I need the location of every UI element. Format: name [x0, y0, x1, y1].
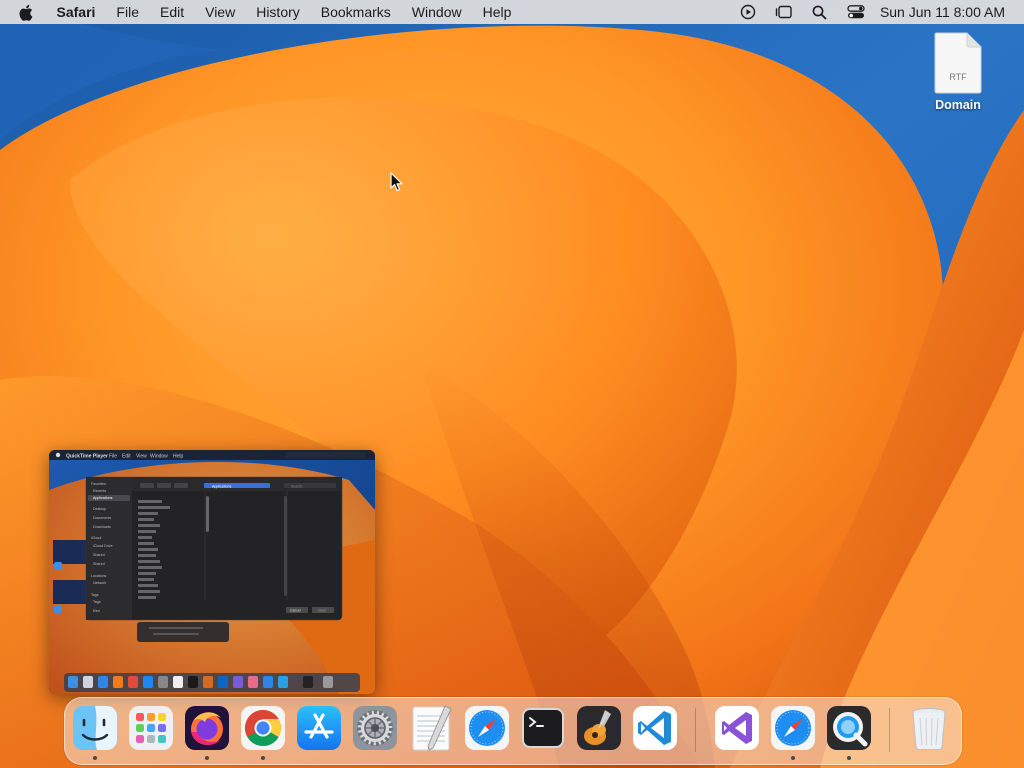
- svg-text:Search: Search: [291, 484, 302, 488]
- apple-menu-icon[interactable]: [14, 1, 36, 23]
- menu-edit[interactable]: Edit: [149, 0, 194, 24]
- menu-bookmarks[interactable]: Bookmarks: [310, 0, 401, 24]
- svg-text:Favorites: Favorites: [91, 482, 106, 486]
- svg-text:Network: Network: [93, 581, 106, 585]
- svg-text:iCloud Drive: iCloud Drive: [93, 544, 113, 548]
- safari-icon: [465, 706, 509, 750]
- svg-text:Downloads: Downloads: [93, 525, 111, 529]
- desktop-file-label: Domain: [935, 98, 981, 112]
- dock-trash[interactable]: [905, 704, 953, 752]
- dock-safari-running[interactable]: [769, 704, 817, 752]
- menu-history[interactable]: History: [246, 0, 311, 24]
- terminal-icon: [522, 708, 564, 748]
- svg-text:File: File: [109, 454, 117, 460]
- textedit-icon: [412, 705, 452, 751]
- svg-text:Applications: Applications: [212, 484, 232, 488]
- system-settings-icon: [353, 706, 397, 750]
- menu-window[interactable]: Window: [401, 0, 472, 24]
- svg-text:Open: Open: [318, 608, 326, 612]
- running-indicator: [261, 756, 265, 760]
- running-indicator: [847, 756, 851, 760]
- running-indicator: [791, 756, 795, 760]
- launchpad-icon: [129, 706, 173, 750]
- dock-garageband[interactable]: [575, 704, 623, 752]
- quicktime-icon: [827, 706, 871, 750]
- svg-text:Desktop: Desktop: [93, 507, 106, 511]
- svg-text:Tags: Tags: [91, 593, 99, 597]
- svg-text:Window: Window: [150, 454, 168, 460]
- svg-text:Shared: Shared: [93, 562, 105, 566]
- dock: [64, 697, 962, 765]
- garageband-icon: [577, 706, 621, 750]
- running-indicator: [205, 756, 209, 760]
- finder-icon: [73, 706, 117, 750]
- svg-text:Documents: Documents: [93, 516, 111, 520]
- dock-separator: [889, 708, 890, 752]
- firefox-icon: [185, 706, 229, 750]
- menu-bar-clock[interactable]: Sun Jun 11 8:00 AM: [880, 4, 1005, 20]
- svg-text:Edit: Edit: [122, 454, 131, 460]
- menu-help[interactable]: Help: [472, 0, 522, 24]
- running-indicator: [93, 756, 97, 760]
- menu-view[interactable]: View: [195, 0, 246, 24]
- mouse-cursor-icon: [390, 172, 403, 192]
- svg-text:Locations: Locations: [91, 574, 107, 578]
- svg-text:Cancel: Cancel: [290, 608, 301, 612]
- dock-finder[interactable]: [71, 704, 119, 752]
- dock-system-settings[interactable]: [351, 704, 399, 752]
- dock-textedit[interactable]: [407, 704, 455, 752]
- dock-terminal[interactable]: [519, 704, 567, 752]
- stage-manager-icon[interactable]: [766, 0, 802, 24]
- dock-chrome[interactable]: [239, 704, 287, 752]
- menu-app-name[interactable]: Safari: [46, 0, 106, 24]
- chrome-icon: [241, 706, 285, 750]
- svg-text:Help: Help: [173, 454, 184, 460]
- menu-bar: Safari File Edit View History Bookmarks …: [0, 0, 1024, 24]
- menu-file[interactable]: File: [106, 0, 150, 24]
- screenshot-thumbnail[interactable]: QuickTime Player File Edit View Window H…: [49, 450, 375, 694]
- screen-record-icon[interactable]: [730, 0, 766, 24]
- svg-text:Red: Red: [93, 609, 100, 613]
- svg-text:View: View: [136, 454, 147, 460]
- dock-firefox[interactable]: [183, 704, 231, 752]
- svg-text:Shared: Shared: [93, 553, 105, 557]
- dock-separator: [695, 708, 696, 752]
- svg-text:Applications: Applications: [93, 496, 113, 500]
- svg-text:iCloud: iCloud: [91, 536, 101, 540]
- svg-text:Tags: Tags: [93, 600, 101, 604]
- dock-app-store[interactable]: [295, 704, 343, 752]
- safari-icon: [771, 706, 815, 750]
- thumbnail-image: QuickTime Player File Edit View Window H…: [49, 450, 375, 694]
- dock-launchpad[interactable]: [127, 704, 175, 752]
- desktop-file-domain[interactable]: RTF Domain: [918, 32, 998, 112]
- svg-text:QuickTime Player: QuickTime Player: [66, 454, 108, 460]
- trash-icon: [912, 708, 946, 751]
- dock-safari[interactable]: [463, 704, 511, 752]
- dock-vscode[interactable]: [631, 704, 679, 752]
- rtf-document-icon: RTF: [934, 32, 982, 94]
- app-store-icon: [297, 706, 341, 750]
- svg-text:Recents: Recents: [93, 489, 106, 493]
- svg-text:RTF: RTF: [949, 72, 967, 82]
- control-center-icon[interactable]: [838, 0, 874, 24]
- visual-studio-icon: [715, 706, 759, 750]
- spotlight-search-icon[interactable]: [802, 0, 838, 24]
- dock-quicktime[interactable]: [825, 704, 873, 752]
- vscode-icon: [633, 706, 677, 750]
- dock-visual-studio[interactable]: [713, 704, 761, 752]
